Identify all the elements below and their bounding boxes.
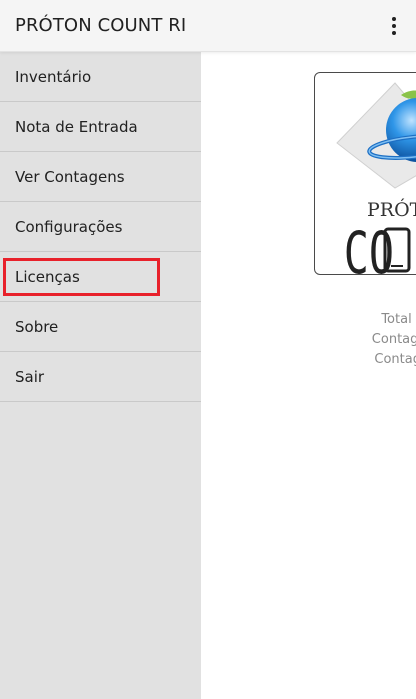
navigation-drawer: Inventário Nota de Entrada Ver Contagens… (0, 52, 201, 699)
app-bar: PRÓTON COUNT RI (0, 0, 416, 52)
drawer-item-licencas[interactable]: Licenças (0, 252, 201, 302)
overflow-dot (392, 24, 396, 28)
count-stats: Total de cor Contagens em Contagens ex (309, 310, 416, 370)
stats-line-total: Total de cor (381, 312, 416, 327)
stats-line-exported: Contagens ex (374, 352, 416, 367)
drawer-item-sobre[interactable]: Sobre (0, 302, 201, 352)
drawer-item-label: Nota de Entrada (15, 117, 138, 136)
more-vertical-icon[interactable] (386, 14, 402, 38)
globe-logo-icon: PRÓT CO (336, 82, 416, 275)
app-screen: PRÓTON COUNT RI Inventário Nota de Entra… (0, 0, 416, 699)
main-content: PRÓT CO Total de cor Contagens em Contag… (201, 52, 416, 699)
stats-line-open: Contagens em (371, 332, 416, 347)
drawer-item-label: Configurações (15, 217, 123, 236)
drawer-item-sair[interactable]: Sair (0, 352, 201, 402)
app-logo-card: PRÓT CO (314, 72, 416, 275)
drawer-item-configuracoes[interactable]: Configurações (0, 202, 201, 252)
drawer-item-label: Inventário (15, 67, 92, 86)
brand-text-bottom: CO (344, 219, 394, 275)
drawer-item-label: Ver Contagens (15, 167, 125, 186)
overflow-dot (392, 17, 396, 21)
drawer-item-label: Sobre (15, 317, 59, 336)
drawer-item-label: Licenças (15, 267, 80, 286)
overflow-dot (392, 31, 396, 35)
drawer-item-nota-de-entrada[interactable]: Nota de Entrada (0, 102, 201, 152)
app-title: PRÓTON COUNT RI (15, 15, 187, 36)
drawer-item-label: Sair (15, 367, 45, 386)
brand-text-top: PRÓT (367, 198, 416, 221)
drawer-item-inventario[interactable]: Inventário (0, 52, 201, 102)
drawer-item-ver-contagens[interactable]: Ver Contagens (0, 152, 201, 202)
